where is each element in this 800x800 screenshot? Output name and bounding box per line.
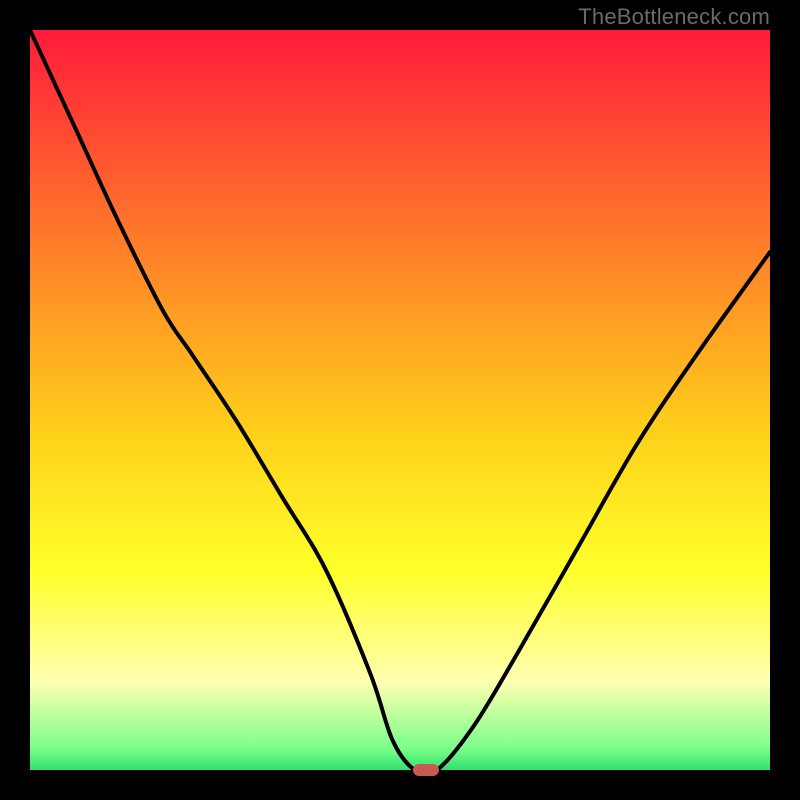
chart-frame — [30, 30, 770, 770]
chart-background — [30, 30, 770, 770]
optimal-marker — [413, 764, 439, 776]
bottleneck-chart — [30, 30, 770, 770]
attribution-text: TheBottleneck.com — [578, 4, 770, 30]
